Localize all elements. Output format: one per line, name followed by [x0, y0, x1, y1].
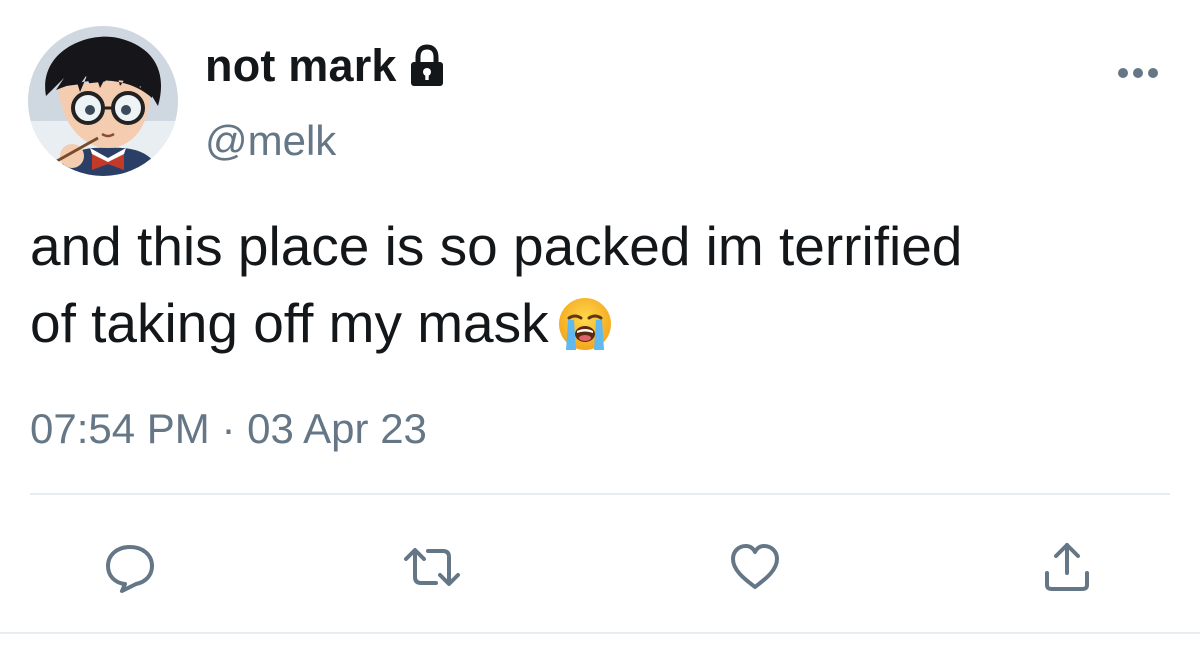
tweet-timestamp[interactable]: 07:54 PM · 03 Apr 23	[30, 405, 427, 453]
like-button[interactable]	[723, 535, 787, 599]
heart-icon	[727, 539, 783, 595]
divider	[0, 632, 1200, 634]
more-options-icon[interactable]	[1113, 60, 1163, 86]
user-handle[interactable]: @melk	[205, 117, 336, 165]
display-name[interactable]: not mark	[205, 40, 397, 92]
lock-icon	[407, 44, 447, 88]
retweet-icon	[400, 539, 464, 595]
divider	[30, 493, 1170, 495]
tweet-card: not mark @melk and this place is so pack…	[0, 0, 1200, 652]
tweet-text-line: and this place is so packed im terrified	[30, 215, 963, 277]
loudly-crying-face-icon	[557, 295, 613, 351]
reply-button[interactable]	[98, 535, 162, 599]
tweet-text-segment: of taking off my mask	[30, 292, 549, 354]
tweet-text-line: of taking off my mask	[30, 285, 1180, 362]
share-button[interactable]	[1035, 535, 1099, 599]
tweet-text: and this place is so packed im terrified…	[30, 208, 1180, 362]
speech-bubble-icon	[102, 539, 158, 595]
retweet-button[interactable]	[400, 535, 464, 599]
share-upload-icon	[1039, 539, 1095, 595]
author-name-row: not mark	[205, 40, 447, 92]
avatar[interactable]	[28, 26, 178, 176]
